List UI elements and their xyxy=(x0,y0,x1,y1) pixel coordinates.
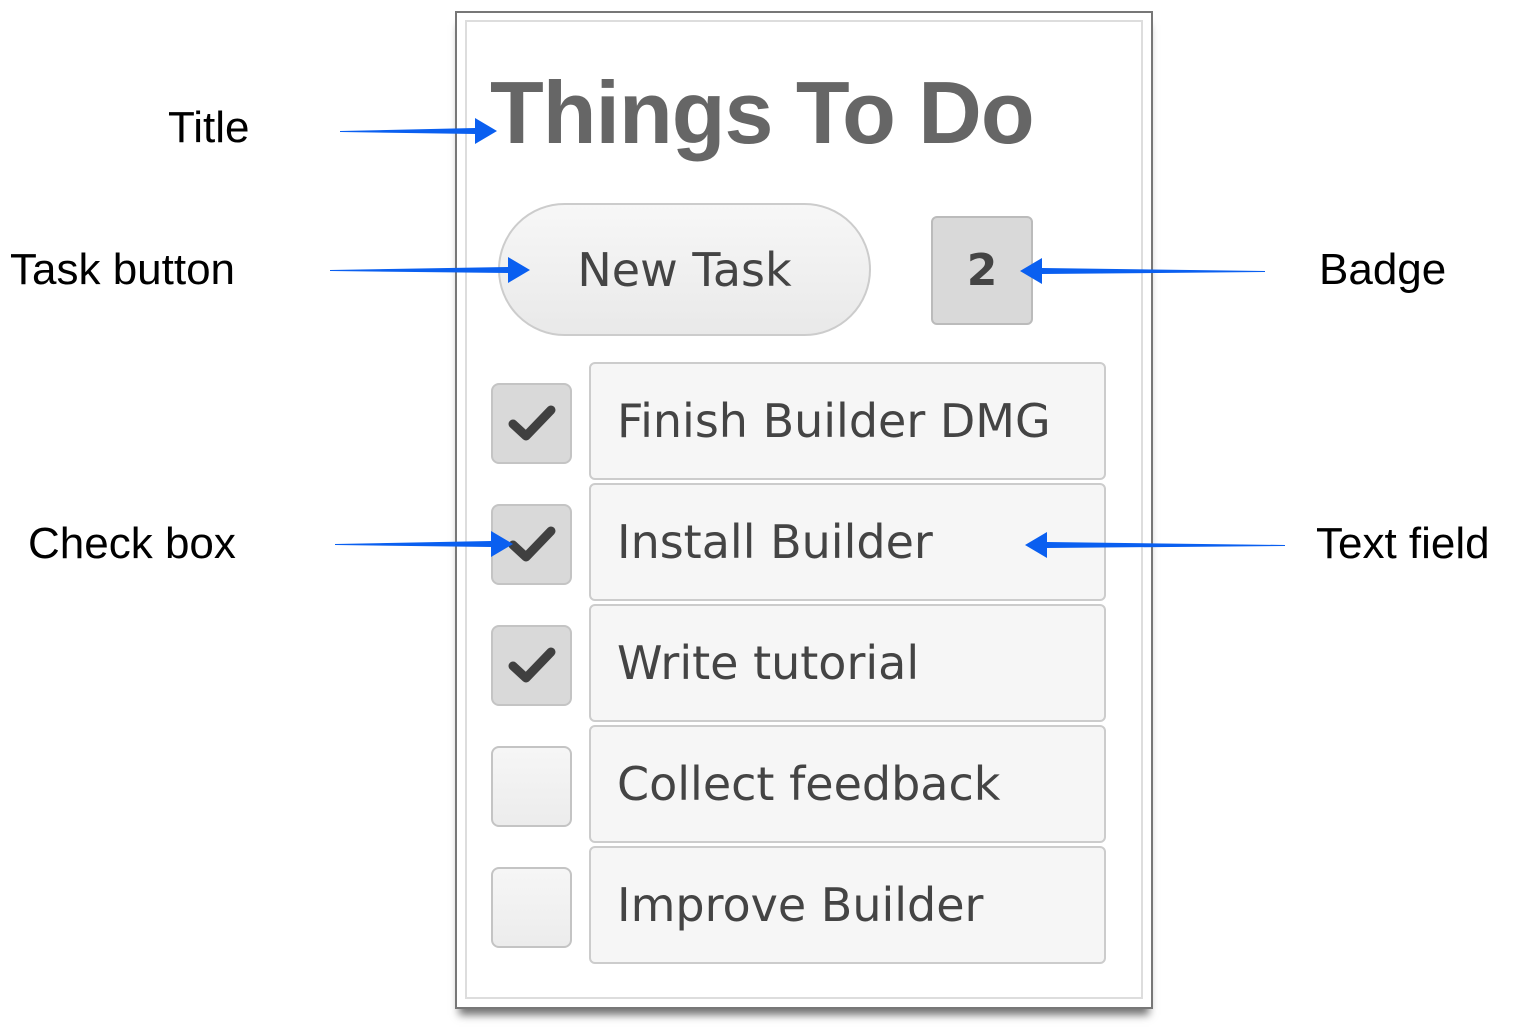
arrow-title xyxy=(340,118,497,144)
arrow-badge xyxy=(1020,258,1265,284)
arrow-task-button xyxy=(330,257,530,283)
annotation-arrows xyxy=(330,118,1285,558)
arrow-text-field xyxy=(1025,532,1285,558)
arrow-check-box xyxy=(335,531,513,557)
